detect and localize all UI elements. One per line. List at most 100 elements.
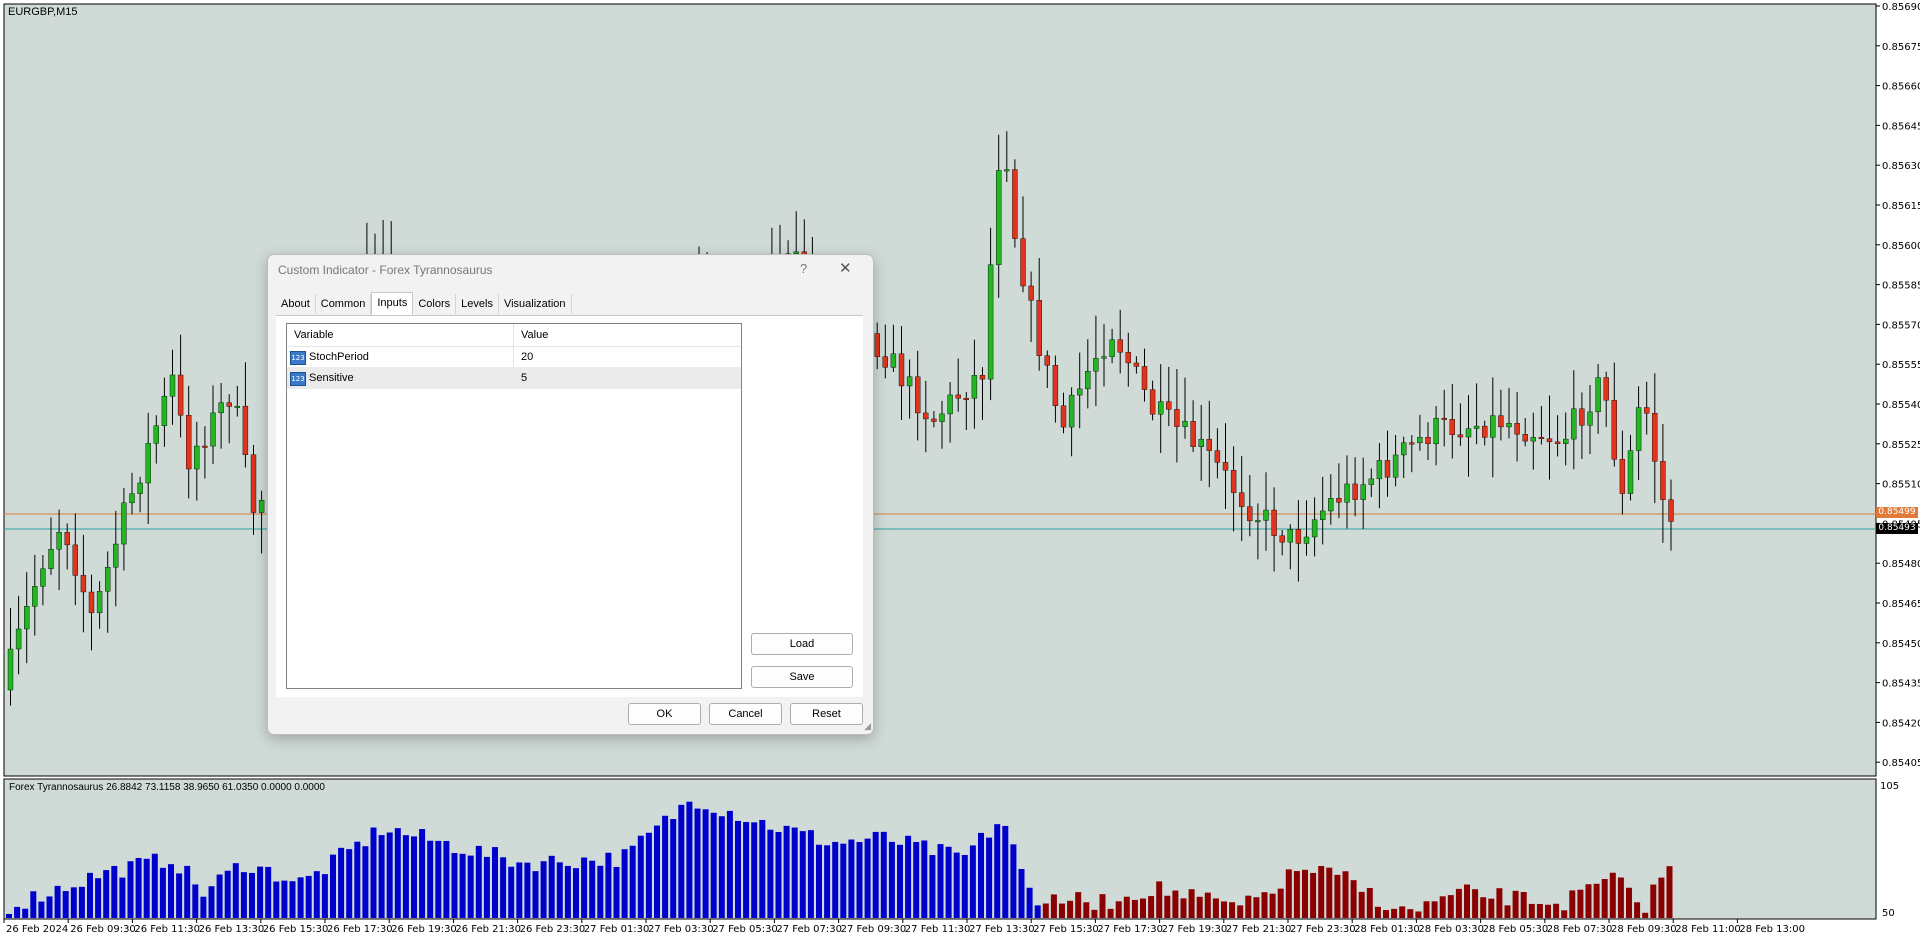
candle-body	[1287, 529, 1294, 543]
histogram-bar	[1018, 869, 1025, 918]
candle-body	[1433, 417, 1439, 445]
candle-body	[104, 566, 111, 592]
histogram-bar	[1577, 889, 1584, 918]
histogram-bar	[1261, 892, 1268, 918]
time-label: 26 Feb 15:30	[263, 924, 329, 935]
tab-about[interactable]: About	[276, 294, 316, 314]
candle-body	[1028, 285, 1034, 301]
histogram-bar	[913, 841, 920, 918]
tab-inputs[interactable]: Inputs	[371, 292, 414, 315]
histogram-bar	[1302, 869, 1308, 918]
histogram-bar	[1366, 887, 1373, 918]
candle-body	[939, 413, 945, 422]
tab-levels[interactable]: Levels	[456, 294, 499, 314]
inputs-grid[interactable]: Variable Value 123 StochPeriod 20 123 Se…	[286, 323, 742, 689]
histogram-bar	[281, 880, 288, 918]
candle-body	[1247, 506, 1253, 522]
histogram-bar	[1374, 906, 1381, 918]
time-label: 28 Feb 01:30	[1354, 924, 1420, 935]
candle-body	[1328, 498, 1334, 512]
candle-body	[1222, 462, 1229, 471]
histogram-bar	[1050, 894, 1057, 918]
histogram-bar	[1131, 899, 1138, 918]
time-label: 26 Feb 09:30	[70, 924, 136, 935]
input-value[interactable]: 5	[521, 372, 527, 384]
histogram-bar	[961, 854, 968, 918]
histogram-bar	[694, 808, 701, 918]
tab-colors[interactable]: Colors	[413, 294, 457, 314]
candle-body	[923, 412, 929, 420]
histogram-bar	[22, 908, 29, 918]
histogram-bar	[686, 801, 693, 918]
histogram-bar	[119, 877, 126, 918]
candle-body	[979, 375, 986, 380]
histogram-bar	[1634, 902, 1641, 918]
histogram-bar	[1221, 901, 1227, 918]
candle-body	[56, 532, 62, 550]
cancel-button[interactable]: Cancel	[709, 703, 782, 725]
candle-body	[963, 397, 969, 400]
candle-body	[1190, 421, 1196, 447]
candle-body	[882, 356, 888, 368]
candle-body	[1441, 417, 1447, 420]
histogram-bar	[1237, 905, 1244, 918]
histogram-bar	[548, 855, 555, 918]
histogram-bar	[313, 871, 320, 918]
candle-body	[1044, 355, 1051, 366]
histogram-bar	[1512, 890, 1519, 918]
histogram-bar	[224, 870, 231, 918]
histogram-bar	[6, 913, 12, 918]
time-label: 26 Feb 17:30	[327, 924, 393, 935]
histogram-bar	[443, 840, 450, 918]
histogram-bar	[419, 829, 426, 918]
histogram-bar	[1334, 874, 1341, 918]
tab-common[interactable]: Common	[316, 294, 372, 314]
help-icon[interactable]: ?	[800, 261, 807, 276]
save-button[interactable]: Save	[751, 666, 853, 688]
histogram-bar	[1472, 889, 1479, 918]
histogram-bar	[338, 847, 345, 918]
input-row-stochperiod[interactable]: 123 StochPeriod 20	[287, 347, 741, 368]
candle-body	[202, 445, 208, 448]
histogram-bar	[508, 866, 515, 918]
candle-body	[1093, 358, 1099, 372]
candle-body	[137, 482, 143, 494]
candle-body	[177, 374, 184, 416]
resize-grip-icon[interactable]: ◢	[864, 722, 871, 732]
histogram-bar	[208, 886, 215, 918]
input-row-sensitive[interactable]: 123 Sensitive 5	[287, 368, 741, 389]
histogram-bar	[321, 874, 328, 918]
candle-body	[1157, 401, 1164, 415]
candle-body	[242, 405, 249, 455]
column-variable[interactable]: Variable	[294, 329, 334, 341]
ok-button[interactable]: OK	[628, 703, 701, 725]
histogram-bar	[249, 872, 255, 918]
histogram-bar	[1391, 908, 1398, 918]
candle-body	[96, 591, 103, 614]
candle-body	[194, 445, 200, 470]
load-button[interactable]: Load	[751, 633, 853, 655]
histogram-bar	[1002, 825, 1009, 918]
price-label: 0.85675	[1882, 42, 1920, 53]
candle-body	[1449, 419, 1456, 435]
candle-body	[145, 443, 151, 484]
time-label: 27 Feb 07:30	[776, 924, 842, 935]
candle-body	[1012, 169, 1018, 239]
candle-body	[1506, 423, 1512, 428]
tab-visualization[interactable]: Visualization	[499, 294, 572, 314]
close-icon[interactable]: ✕	[839, 259, 852, 277]
reset-button[interactable]: Reset	[790, 703, 863, 725]
price-label: 0.85660	[1882, 82, 1920, 93]
column-value[interactable]: Value	[521, 329, 548, 341]
input-name: StochPeriod	[309, 351, 369, 363]
histogram-bar	[767, 829, 774, 918]
candle-body	[1133, 362, 1140, 367]
histogram-bar	[500, 857, 507, 918]
histogram-bar	[1658, 877, 1665, 918]
candle-body	[1344, 483, 1350, 503]
candle-body	[1490, 415, 1496, 438]
price-label: 0.85540	[1882, 400, 1920, 411]
input-value[interactable]: 20	[521, 351, 533, 363]
histogram-bar	[1083, 902, 1090, 918]
histogram-bar	[289, 881, 296, 918]
